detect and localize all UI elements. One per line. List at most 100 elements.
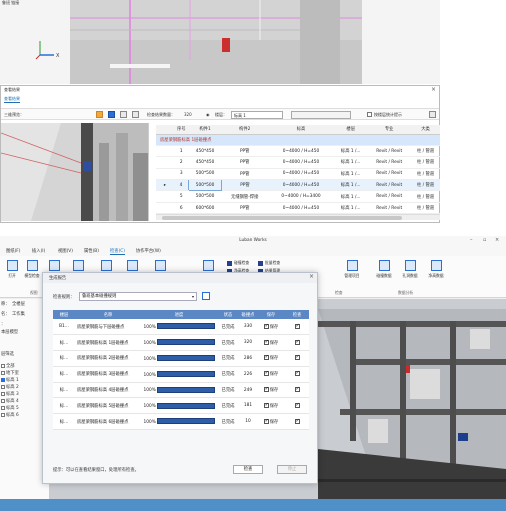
ribbon-view-button[interactable] — [68, 260, 88, 271]
checkbox[interactable] — [1, 405, 5, 410]
task-save[interactable]: 保存 — [257, 334, 285, 352]
check-button[interactable]: 检查 — [233, 465, 263, 474]
checkbox[interactable] — [263, 339, 269, 345]
task-save[interactable]: 保存 — [257, 366, 285, 383]
checkbox[interactable] — [294, 418, 300, 424]
checkbox[interactable] — [294, 354, 300, 361]
table-row[interactable]: 5 500*500 无缝钢管-焊接 0~4000 / H=3400 标高 1 /… — [156, 190, 440, 203]
export-icon[interactable] — [132, 111, 139, 118]
table-row-selected[interactable]: ▸ 4 500*500 PP管 0~4000 / H=450 标高 1 /...… — [156, 179, 440, 192]
ribbon-view-button[interactable] — [96, 260, 116, 271]
stop-button[interactable]: 停止 — [277, 465, 307, 474]
checkbox[interactable] — [263, 370, 269, 377]
column-header[interactable]: 名称 — [75, 310, 141, 319]
column-header[interactable]: 构件2 — [221, 125, 268, 135]
close-icon[interactable]: × — [495, 237, 499, 243]
checkbox[interactable] — [1, 370, 5, 375]
minimize-icon[interactable]: – — [470, 237, 473, 243]
checkbox[interactable] — [1, 384, 5, 389]
menu-item[interactable]: 图纸(F) — [6, 248, 20, 254]
checkbox-checked[interactable] — [1, 377, 5, 382]
table-row[interactable]: 6 600*600 PP管 0~4000 / H=450 标高 1 /... R… — [156, 202, 440, 215]
ribbon-manage-project-button[interactable]: 管理项目 — [342, 260, 362, 279]
horizontal-scrollbar[interactable] — [156, 214, 440, 220]
task-row[interactable]: 标...房屋梁钢筋标高 1层碰撞点100% 已完成320保存 — [53, 334, 309, 352]
camera-icon[interactable] — [120, 111, 127, 118]
floor-item[interactable]: 标高 4 — [1, 398, 19, 404]
table-row[interactable]: 2 450*450 PP管 0~4000 / H=450 标高 1 /... R… — [156, 156, 440, 169]
close-icon[interactable]: × — [431, 86, 436, 93]
eye-icon[interactable]: ◉ — [206, 112, 210, 117]
ribbon-view-button[interactable] — [198, 260, 218, 271]
column-header[interactable]: 序号 — [174, 125, 189, 135]
checkbox[interactable] — [294, 339, 300, 345]
column-header[interactable]: 大类 — [411, 125, 440, 135]
task-check[interactable] — [285, 334, 309, 352]
floor-item[interactable]: 标高 6 — [1, 412, 19, 418]
column-header[interactable]: 碰撞点 — [239, 310, 257, 319]
ribbon-hole-data-button[interactable]: 孔洞数据 — [400, 260, 420, 279]
ribbon-collision-data-button[interactable]: 碰撞数据 — [374, 260, 394, 279]
floor-item[interactable]: 标高 5 — [1, 405, 19, 411]
task-check[interactable] — [285, 382, 309, 399]
task-row[interactable]: 标...房屋梁钢筋标高 4层碰撞点100% 已完成249保存 — [53, 382, 309, 399]
checkbox[interactable] — [263, 323, 269, 329]
preview-3d-viewport[interactable] — [1, 123, 149, 221]
checkbox[interactable] — [294, 323, 300, 329]
floor-select[interactable]: 标高 1 — [231, 111, 283, 119]
menu-item[interactable]: 插入(I) — [32, 248, 45, 254]
checkbox[interactable] — [1, 398, 5, 403]
task-check[interactable] — [285, 397, 309, 415]
checkbox[interactable] — [294, 402, 300, 408]
task-check[interactable] — [285, 350, 309, 367]
checkbox[interactable] — [1, 412, 5, 417]
task-save[interactable]: 保存 — [257, 413, 285, 431]
menu-item-active[interactable]: 检查(C) — [110, 248, 125, 255]
floor-stat-checkbox[interactable] — [367, 112, 372, 117]
ribbon-view-button[interactable] — [122, 260, 142, 271]
task-save[interactable]: 保存 — [257, 350, 285, 367]
task-row[interactable]: 标...房屋梁钢筋标高 6层碰撞点100% 已完成10保存 — [53, 413, 309, 431]
edit-icon[interactable] — [202, 292, 210, 300]
sidebar-value[interactable]: 全楼层 — [12, 301, 25, 307]
column-header[interactable]: 专业 — [367, 125, 412, 135]
table-row[interactable]: 1 450*450 PP管 0~4000 / H=450 标高 1 /... R… — [156, 145, 440, 158]
table-row[interactable]: 3 500*500 PP管 0~4000 / H=450 标高 1 /... R… — [156, 168, 440, 181]
task-save[interactable]: 保存 — [257, 397, 285, 415]
column-header[interactable]: 状态 — [217, 310, 239, 319]
person-icon[interactable] — [96, 111, 103, 118]
checkbox[interactable] — [294, 386, 300, 393]
floor-item[interactable]: 全部 — [1, 363, 15, 369]
tab-check-result[interactable]: 查看结果 — [4, 96, 20, 103]
ribbon-model-check-button[interactable]: 模型检查 — [22, 260, 42, 279]
column-header[interactable]: 检查 — [285, 310, 309, 319]
ribbon-batch-check[interactable]: 批量检查 — [258, 260, 280, 266]
column-header[interactable]: 保存 — [257, 310, 285, 319]
column-header[interactable]: 楼层 — [53, 310, 75, 319]
maximize-icon[interactable]: ▫ — [483, 237, 486, 243]
task-row[interactable]: 标...房屋梁钢筋标高 5层碰撞点100% 已完成181保存 — [53, 397, 309, 415]
column-header[interactable]: 标高 — [267, 125, 335, 135]
column-header[interactable]: 楼层 — [334, 125, 368, 135]
task-check[interactable] — [285, 319, 309, 336]
task-row[interactable]: 标...房屋梁钢筋标高 2层碰撞点100% 已完成286保存 — [53, 350, 309, 367]
ribbon-open-button[interactable]: 打开 — [2, 260, 22, 279]
close-icon[interactable]: × — [309, 273, 314, 280]
menu-item[interactable]: 协作平台(W) — [136, 248, 161, 254]
column-header[interactable]: 构件1 — [188, 125, 222, 135]
checkbox[interactable] — [263, 402, 269, 408]
top-3d-viewport[interactable]: 鲁班 链接 X — [0, 0, 440, 84]
checkbox[interactable] — [263, 386, 269, 393]
checkbox[interactable] — [263, 354, 269, 361]
floor-item[interactable]: 地下室 — [1, 370, 19, 376]
checkbox[interactable] — [1, 363, 5, 368]
floor-item[interactable]: 标高 3 — [1, 391, 19, 397]
ribbon-view-button[interactable] — [150, 260, 170, 271]
task-save[interactable]: 保存 — [257, 319, 285, 336]
floor-item[interactable]: 标高 1 — [1, 377, 19, 383]
column-header[interactable]: 进度 — [141, 310, 217, 319]
group-row[interactable]: 房屋梁钢筋标高 1层碰撞点 — [156, 134, 440, 146]
sidebar-value[interactable]: 工作集 — [12, 311, 25, 317]
ribbon-collision-check[interactable]: 碰撞检查 — [227, 260, 249, 266]
checkbox[interactable] — [294, 370, 300, 377]
